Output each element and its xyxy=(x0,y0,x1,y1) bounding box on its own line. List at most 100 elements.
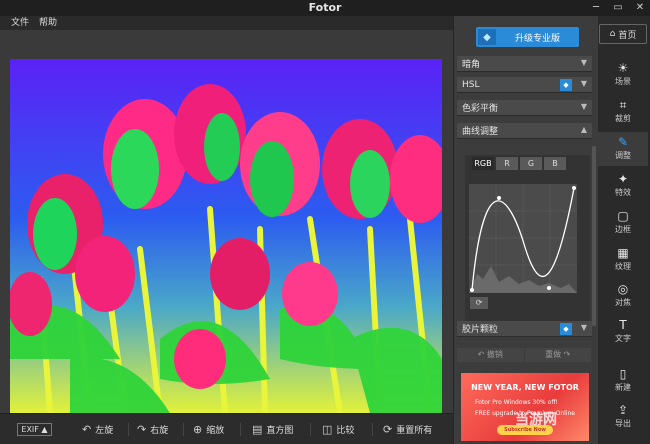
undo-button[interactable]: ↶ 撤销 xyxy=(457,348,524,362)
zoom-icon: ⊕ xyxy=(193,423,203,436)
reset-all-icon: ⟳ xyxy=(383,423,393,436)
canvas-area xyxy=(0,30,453,413)
menu-help[interactable]: 帮助 xyxy=(39,16,57,30)
section-color-balance[interactable]: 色彩平衡 ▼ xyxy=(457,100,592,116)
chevron-down-icon: ▼ xyxy=(580,58,587,67)
close-button[interactable]: ✕ xyxy=(634,1,646,15)
exif-button[interactable]: EXIF ▲ xyxy=(17,423,52,436)
app-title: Fotor xyxy=(308,1,342,14)
chevron-up-icon: ▲ xyxy=(580,125,587,134)
chevron-down-icon: ▼ xyxy=(580,79,587,88)
curve-point xyxy=(470,288,474,292)
title-bar: Fotor ─ ▭ ✕ xyxy=(0,0,650,16)
zoom-button[interactable]: ⊕ 缩放 xyxy=(193,421,224,438)
panel-scrollbar[interactable] xyxy=(592,146,596,326)
texture-icon: ▦ xyxy=(617,246,629,260)
compare-label: 比较 xyxy=(336,426,355,436)
promo-banner[interactable]: NEW YEAR, NEW FOTOR Fotor Pro Windows 30… xyxy=(461,373,589,441)
redo-button[interactable]: 重做 ↷ xyxy=(524,348,591,362)
rotate-right-label: 右旋 xyxy=(150,426,169,436)
rotate-left-icon: ↶ xyxy=(82,423,92,436)
pencil-icon: ✎ xyxy=(617,135,629,149)
section-label: 暗角 xyxy=(462,60,481,70)
history-controls: ↶ 撤销 重做 ↷ xyxy=(457,348,592,362)
section-vignette[interactable]: 暗角 ▼ xyxy=(457,56,592,72)
zoom-label: 缩放 xyxy=(206,426,225,436)
nav-label: 对焦 xyxy=(615,298,631,307)
premium-diamond-icon: ◆ xyxy=(560,79,572,91)
nav-frames[interactable]: ▢ 边框 xyxy=(598,206,648,240)
home-button[interactable]: ⌂ 首页 xyxy=(599,24,647,44)
adjust-panel: ◆ 升级专业版 暗角 ▼ HSL ◆ ▼ 色彩平衡 ▼ 曲线调整 ▲ RGB R… xyxy=(453,16,598,444)
section-curves[interactable]: 曲线调整 ▲ xyxy=(457,123,592,139)
nav-crop[interactable]: ⌗ 裁剪 xyxy=(598,95,648,129)
nav-export[interactable]: ⇪ 导出 xyxy=(598,400,648,434)
fotor-window: Fotor ─ ▭ ✕ 文件 帮助 EXIF ▲ ↶ 左旋 ↷ 右旋 ⊕ 缩放 … xyxy=(0,0,650,444)
histogram-label: 直方图 xyxy=(266,426,294,436)
nav-new[interactable]: ▯ 新建 xyxy=(598,364,648,398)
nav-label: 文字 xyxy=(615,334,631,343)
sparkle-icon: ✦ xyxy=(617,172,629,186)
nav-text[interactable]: T 文字 xyxy=(598,315,648,349)
histogram-icon: ▤ xyxy=(252,423,263,436)
maximize-button[interactable]: ▭ xyxy=(612,1,624,15)
sun-icon: ☀ xyxy=(617,61,629,75)
rotate-right-button[interactable]: ↷ 右旋 xyxy=(137,421,168,438)
reset-all-button[interactable]: ⟳ 重置所有 xyxy=(383,421,432,438)
nav-label: 裁剪 xyxy=(615,114,631,123)
minimize-button[interactable]: ─ xyxy=(590,1,602,15)
nav-label: 纹理 xyxy=(615,262,631,271)
menu-file[interactable]: 文件 xyxy=(11,16,29,30)
chevron-down-icon: ▼ xyxy=(580,323,587,332)
curve-point xyxy=(572,186,576,190)
tab-r[interactable]: R xyxy=(496,157,518,170)
section-film-grain[interactable]: 胶片颗粒 ◆ ▼ xyxy=(457,321,592,337)
curve-svg xyxy=(469,184,577,293)
section-label: HSL xyxy=(462,79,480,90)
histogram-button[interactable]: ▤ 直方图 xyxy=(252,421,293,438)
nav-label: 特效 xyxy=(615,188,631,197)
section-label: 曲线调整 xyxy=(462,127,499,137)
nav-label: 边框 xyxy=(615,225,631,234)
subscribe-button[interactable]: Subscribe Now xyxy=(497,425,553,435)
nav-effects[interactable]: ✦ 特效 xyxy=(598,169,648,203)
chevron-down-icon: ▼ xyxy=(580,102,587,111)
upgrade-label: 升级专业版 xyxy=(514,33,560,44)
home-label: 首页 xyxy=(618,30,637,41)
upgrade-pro-button[interactable]: ◆ 升级专业版 xyxy=(476,27,579,47)
curve-point xyxy=(547,286,551,290)
window-controls: ─ ▭ ✕ xyxy=(590,1,646,15)
frame-icon: ▢ xyxy=(617,209,629,223)
bottom-toolbar: EXIF ▲ ↶ 左旋 ↷ 右旋 ⊕ 缩放 ▤ 直方图 ◫ 比较 ⟳ 重置所有 xyxy=(0,413,453,444)
nav-label: 导出 xyxy=(615,419,631,428)
reset-all-label: 重置所有 xyxy=(396,426,433,436)
nav-texture[interactable]: ▦ 纹理 xyxy=(598,243,648,277)
tab-rgb[interactable]: RGB xyxy=(472,157,494,170)
section-label: 胶片颗粒 xyxy=(462,325,499,335)
section-label: 色彩平衡 xyxy=(462,104,499,114)
promo-title: NEW YEAR, NEW FOTOR xyxy=(471,383,579,392)
compare-button[interactable]: ◫ 比较 xyxy=(322,421,354,438)
nav-label: 调整 xyxy=(615,151,631,160)
section-hsl[interactable]: HSL ◆ ▼ xyxy=(457,77,592,93)
rotate-left-button[interactable]: ↶ 左旋 xyxy=(82,421,113,438)
nav-focus[interactable]: ◎ 对焦 xyxy=(598,279,648,313)
new-file-icon: ▯ xyxy=(619,367,627,381)
premium-diamond-icon: ◆ xyxy=(560,323,572,335)
rotate-left-label: 左旋 xyxy=(95,426,114,436)
photo-canvas[interactable] xyxy=(10,59,442,413)
tab-g[interactable]: G xyxy=(520,157,542,170)
main-nav: ⌂ 首页 ☀ 场景 ⌗ 裁剪 ✎ 调整 ✦ 特效 ▢ 边框 ▦ 纹理 ◎ 对焦 xyxy=(598,16,650,444)
tab-b[interactable]: B xyxy=(544,157,566,170)
nav-label: 新建 xyxy=(615,383,631,392)
nav-scene[interactable]: ☀ 场景 xyxy=(598,58,648,92)
export-icon: ⇪ xyxy=(617,403,629,417)
reset-curve-button[interactable]: ⟳ xyxy=(470,297,488,309)
curve-graph[interactable] xyxy=(469,184,577,293)
rotate-right-icon: ↷ xyxy=(137,423,147,436)
crop-icon: ⌗ xyxy=(619,98,627,112)
home-icon: ⌂ xyxy=(609,29,616,39)
text-icon: T xyxy=(619,318,627,332)
nav-adjust[interactable]: ✎ 调整 xyxy=(598,132,648,166)
tulip-photo xyxy=(10,59,442,413)
